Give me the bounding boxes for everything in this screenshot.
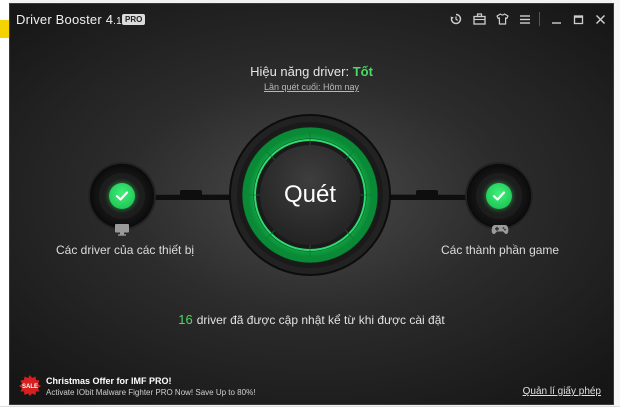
left-connector-tab [180, 190, 202, 195]
driver-performance-status: Hiệu năng driver: Tốt [10, 64, 613, 79]
toolbox-icon[interactable] [471, 11, 487, 27]
scan-button[interactable]: Quét [260, 145, 360, 245]
right-connector-tab [416, 190, 438, 195]
history-icon[interactable] [448, 11, 464, 27]
driver-performance-value: Tốt [352, 64, 373, 79]
check-icon [109, 183, 135, 209]
toolbar-separator [539, 12, 540, 26]
update-summary-text: driver đã được cập nhật kể từ khi được c… [196, 313, 445, 327]
scan-button-frame: Quét [231, 116, 389, 274]
minimize-icon[interactable] [548, 11, 564, 27]
shirt-skin-icon[interactable] [494, 11, 510, 27]
background-yellow-strip [0, 20, 9, 38]
game-components-label: Các thành phần game [441, 243, 560, 257]
driver-booster-window: Driver Booster 4.1 PRO Hiệu năng driver:… [9, 3, 614, 405]
app-title-version: .1 [113, 16, 122, 27]
sale-badge-text: SALE [22, 384, 38, 390]
device-drivers-label: Các driver của các thiết bị [56, 243, 195, 257]
last-scan-link[interactable]: Lần quét cuối: Hôm nay [264, 82, 359, 92]
menu-icon[interactable] [517, 11, 533, 27]
app-title-main: Driver Booster 4 [16, 12, 114, 27]
background-page-bottom [0, 406, 620, 418]
sale-badge-icon[interactable]: SALE [18, 374, 42, 396]
last-scan-link-wrap: Lần quét cuối: Hôm nay [10, 82, 613, 92]
monitor-icon [114, 223, 134, 237]
device-drivers-status-inner [99, 173, 145, 219]
close-icon[interactable] [592, 11, 608, 27]
updated-driver-count: 16 [178, 312, 193, 327]
driver-performance-label: Hiệu năng driver: [250, 64, 350, 79]
maximize-icon[interactable] [570, 11, 586, 27]
update-summary: 16 driver đã được cập nhật kể từ khi được… [10, 312, 613, 327]
app-title: Driver Booster 4.1 [16, 12, 122, 27]
check-icon [486, 183, 512, 209]
device-drivers-status[interactable] [90, 164, 154, 228]
promo-title[interactable]: Christmas Offer for IMF PRO! [46, 376, 172, 386]
gamepad-icon [491, 223, 511, 237]
promo-subtitle[interactable]: Activate IObit Malware Fighter PRO Now! … [46, 388, 255, 397]
game-components-status-inner [476, 173, 522, 219]
manage-license-link[interactable]: Quản lí giấy phép [523, 386, 601, 397]
pro-badge: PRO [122, 14, 146, 25]
title-bar: Driver Booster 4.1 PRO [10, 4, 613, 34]
game-components-status[interactable] [467, 164, 531, 228]
